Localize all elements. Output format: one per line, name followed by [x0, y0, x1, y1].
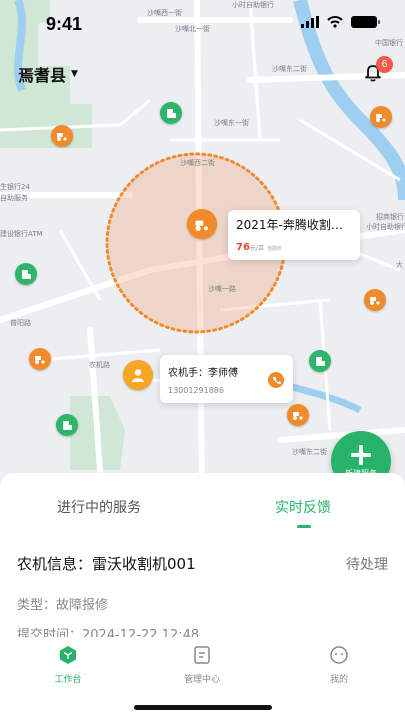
map-label: 建设银行ATM	[0, 230, 43, 238]
wifi-icon	[327, 16, 343, 28]
map-label: 小时自助银行	[366, 223, 405, 231]
station-pin-icon[interactable]	[56, 414, 78, 436]
tab-realtime-feedback[interactable]: 实时反馈	[275, 497, 331, 517]
machine-price: 76元/亩 当前价	[236, 242, 352, 253]
map-label: 沙嘴东二街	[292, 448, 327, 456]
machine-title: 2021年-奔腾收割…	[236, 218, 343, 232]
machine-info-card[interactable]: 2021年-奔腾收割… 76元/亩 当前价	[228, 210, 360, 260]
tab-mine-label: 我的	[329, 675, 348, 685]
profile-icon	[330, 646, 348, 664]
map-label: 生银行24	[0, 183, 30, 191]
price-unit: 元/亩	[249, 245, 264, 252]
signal-icon	[301, 16, 319, 28]
tractor-pin-icon[interactable]	[51, 125, 73, 147]
price-note: 当前价	[266, 246, 282, 252]
tractor-pin-icon[interactable]	[370, 106, 392, 128]
tractor-pin-icon[interactable]	[364, 289, 386, 311]
station-pin-icon[interactable]	[15, 263, 37, 285]
machine-info-title: 农机信息：雷沃收割机001	[17, 555, 196, 573]
status-time: 9:41	[46, 14, 83, 34]
tractor-pin-icon[interactable]	[29, 348, 51, 370]
map-label: 沙嘴东一街	[214, 119, 249, 127]
battery-icon	[351, 16, 380, 28]
driver-info-card[interactable]: 农机手：李师傅 13001291886	[160, 355, 293, 403]
station-pin-icon[interactable]	[309, 350, 331, 372]
notification-badge: 6	[376, 56, 393, 73]
tab-workbench[interactable]: 工作台	[38, 645, 98, 685]
tab-workbench-label: 工作台	[54, 675, 82, 685]
plus-icon	[351, 444, 371, 465]
driver-phone: 13001291886	[168, 386, 224, 395]
tab-management-label: 管理中心	[183, 675, 220, 685]
status-label: 待处理	[346, 557, 388, 573]
sheet-tabs: 进行中的服务 实时反馈	[0, 497, 405, 527]
city-name: 焉耆县	[18, 66, 67, 85]
type-line: 类型：故障报修	[17, 598, 109, 613]
tab-in-progress[interactable]: 进行中的服务	[57, 497, 141, 517]
phone-icon[interactable]	[268, 372, 284, 388]
workbench-icon	[60, 646, 76, 664]
home-indicator	[134, 705, 272, 710]
station-pin-icon[interactable]	[160, 102, 182, 124]
map-label: 沙嘴西二街	[180, 159, 215, 167]
caret-down-icon: ▼	[71, 69, 78, 79]
map-label: 农机路	[89, 361, 110, 369]
map-label: 普阳路	[10, 319, 31, 327]
active-tab-indicator	[297, 525, 311, 528]
map-label: 沙嘴东二街	[272, 65, 307, 73]
price-value: 76	[236, 242, 250, 253]
map-label: 招商银行	[376, 213, 404, 221]
map-label: 自助服务	[0, 194, 28, 202]
driver-avatar-pin-icon[interactable]	[123, 360, 153, 390]
status-bar: 9:41	[0, 0, 405, 48]
city-selector[interactable]: 焉耆县 ▼	[18, 62, 78, 86]
tab-management[interactable]: 管理中心	[172, 645, 232, 685]
status-icons	[301, 16, 380, 28]
selected-tractor-pin-icon[interactable]	[187, 209, 217, 239]
map-label: 大	[396, 261, 403, 269]
tractor-pin-icon[interactable]	[287, 404, 309, 426]
map-label: 沙嘴一路	[208, 285, 236, 293]
tab-mine[interactable]: 我的	[309, 645, 369, 685]
document-icon	[194, 646, 210, 664]
